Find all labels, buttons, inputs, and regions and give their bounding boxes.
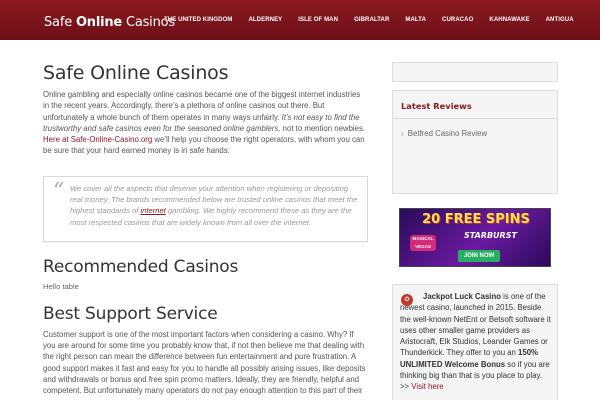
latest-reviews-widget: Latest Reviews › Betfred Casino Review <box>392 90 558 194</box>
intro-paragraph: Online gambling and especially online ca… <box>43 90 366 156</box>
visit-here-link[interactable]: Visit here <box>411 382 443 391</box>
latest-reviews-title: Latest Reviews <box>401 101 472 111</box>
nav-item-isle-of-man[interactable]: ISLE OF MAN <box>290 17 346 23</box>
top-navigation-bar: Safe Online Casinos THE UNITED KINGDOM A… <box>0 0 600 40</box>
casino-logo-icon: ✪ <box>401 294 413 306</box>
nav-item-malta[interactable]: MALTA <box>397 17 434 23</box>
jackpot-description: Jackpot Luck Casino is one of the newest… <box>400 292 551 392</box>
nav-item-gibraltar[interactable]: GIBRALTAR <box>346 17 397 23</box>
banner-game-text: STARBURST <box>464 231 517 240</box>
quote-icon: “ <box>53 178 65 204</box>
chevron-right-icon: › <box>401 129 404 138</box>
page-title: Safe Online Casinos <box>43 62 229 84</box>
nav-item-united-kingdom[interactable]: THE UNITED KINGDOM <box>156 17 240 23</box>
best-support-heading: Best Support Service <box>43 303 218 324</box>
main-content: Safe Online Casinos Online gambling and … <box>43 40 368 397</box>
nav-item-kahnawake[interactable]: KAHNAWAKE <box>481 17 537 23</box>
recommended-casinos-heading: Recommended Casinos <box>43 256 239 277</box>
hello-table-text: Hello table <box>43 281 79 291</box>
main-nav: THE UNITED KINGDOM ALDERNEY ISLE OF MAN … <box>156 0 582 40</box>
jackpot-luck-widget: ✪ Jackpot Luck Casino is one of the newe… <box>392 284 558 400</box>
review-item[interactable]: › Betfred Casino Review <box>401 129 549 138</box>
quote-text: We cover all the aspects that deserve yo… <box>70 183 358 227</box>
sidebar-empty-widget <box>392 62 558 82</box>
banner-free-spins-text: 20 FREE SPINS <box>422 212 530 227</box>
banner-casino-badge: MAGICAL VEGAS <box>410 235 436 251</box>
sidebar: Latest Reviews › Betfred Casino Review 2… <box>392 40 558 400</box>
divider <box>393 118 557 119</box>
join-now-button[interactable]: JOIN NOW <box>458 250 500 262</box>
nav-item-antigua[interactable]: ANTIGUA <box>538 17 582 23</box>
reviews-list: › Betfred Casino Review <box>401 129 549 138</box>
support-paragraph: Customer support is one of the most impo… <box>43 329 366 396</box>
nav-item-curacao[interactable]: CURACAO <box>434 17 481 23</box>
quote-box: “ We cover all the aspects that deserve … <box>43 175 368 242</box>
internet-link[interactable]: internet <box>141 206 166 215</box>
free-spins-banner[interactable]: 20 FREE SPINS STARBURST MAGICAL VEGAS JO… <box>399 208 551 267</box>
nav-item-alderney[interactable]: ALDERNEY <box>240 17 290 23</box>
site-link[interactable]: Here at Safe-Online-Casino.org <box>43 135 152 144</box>
